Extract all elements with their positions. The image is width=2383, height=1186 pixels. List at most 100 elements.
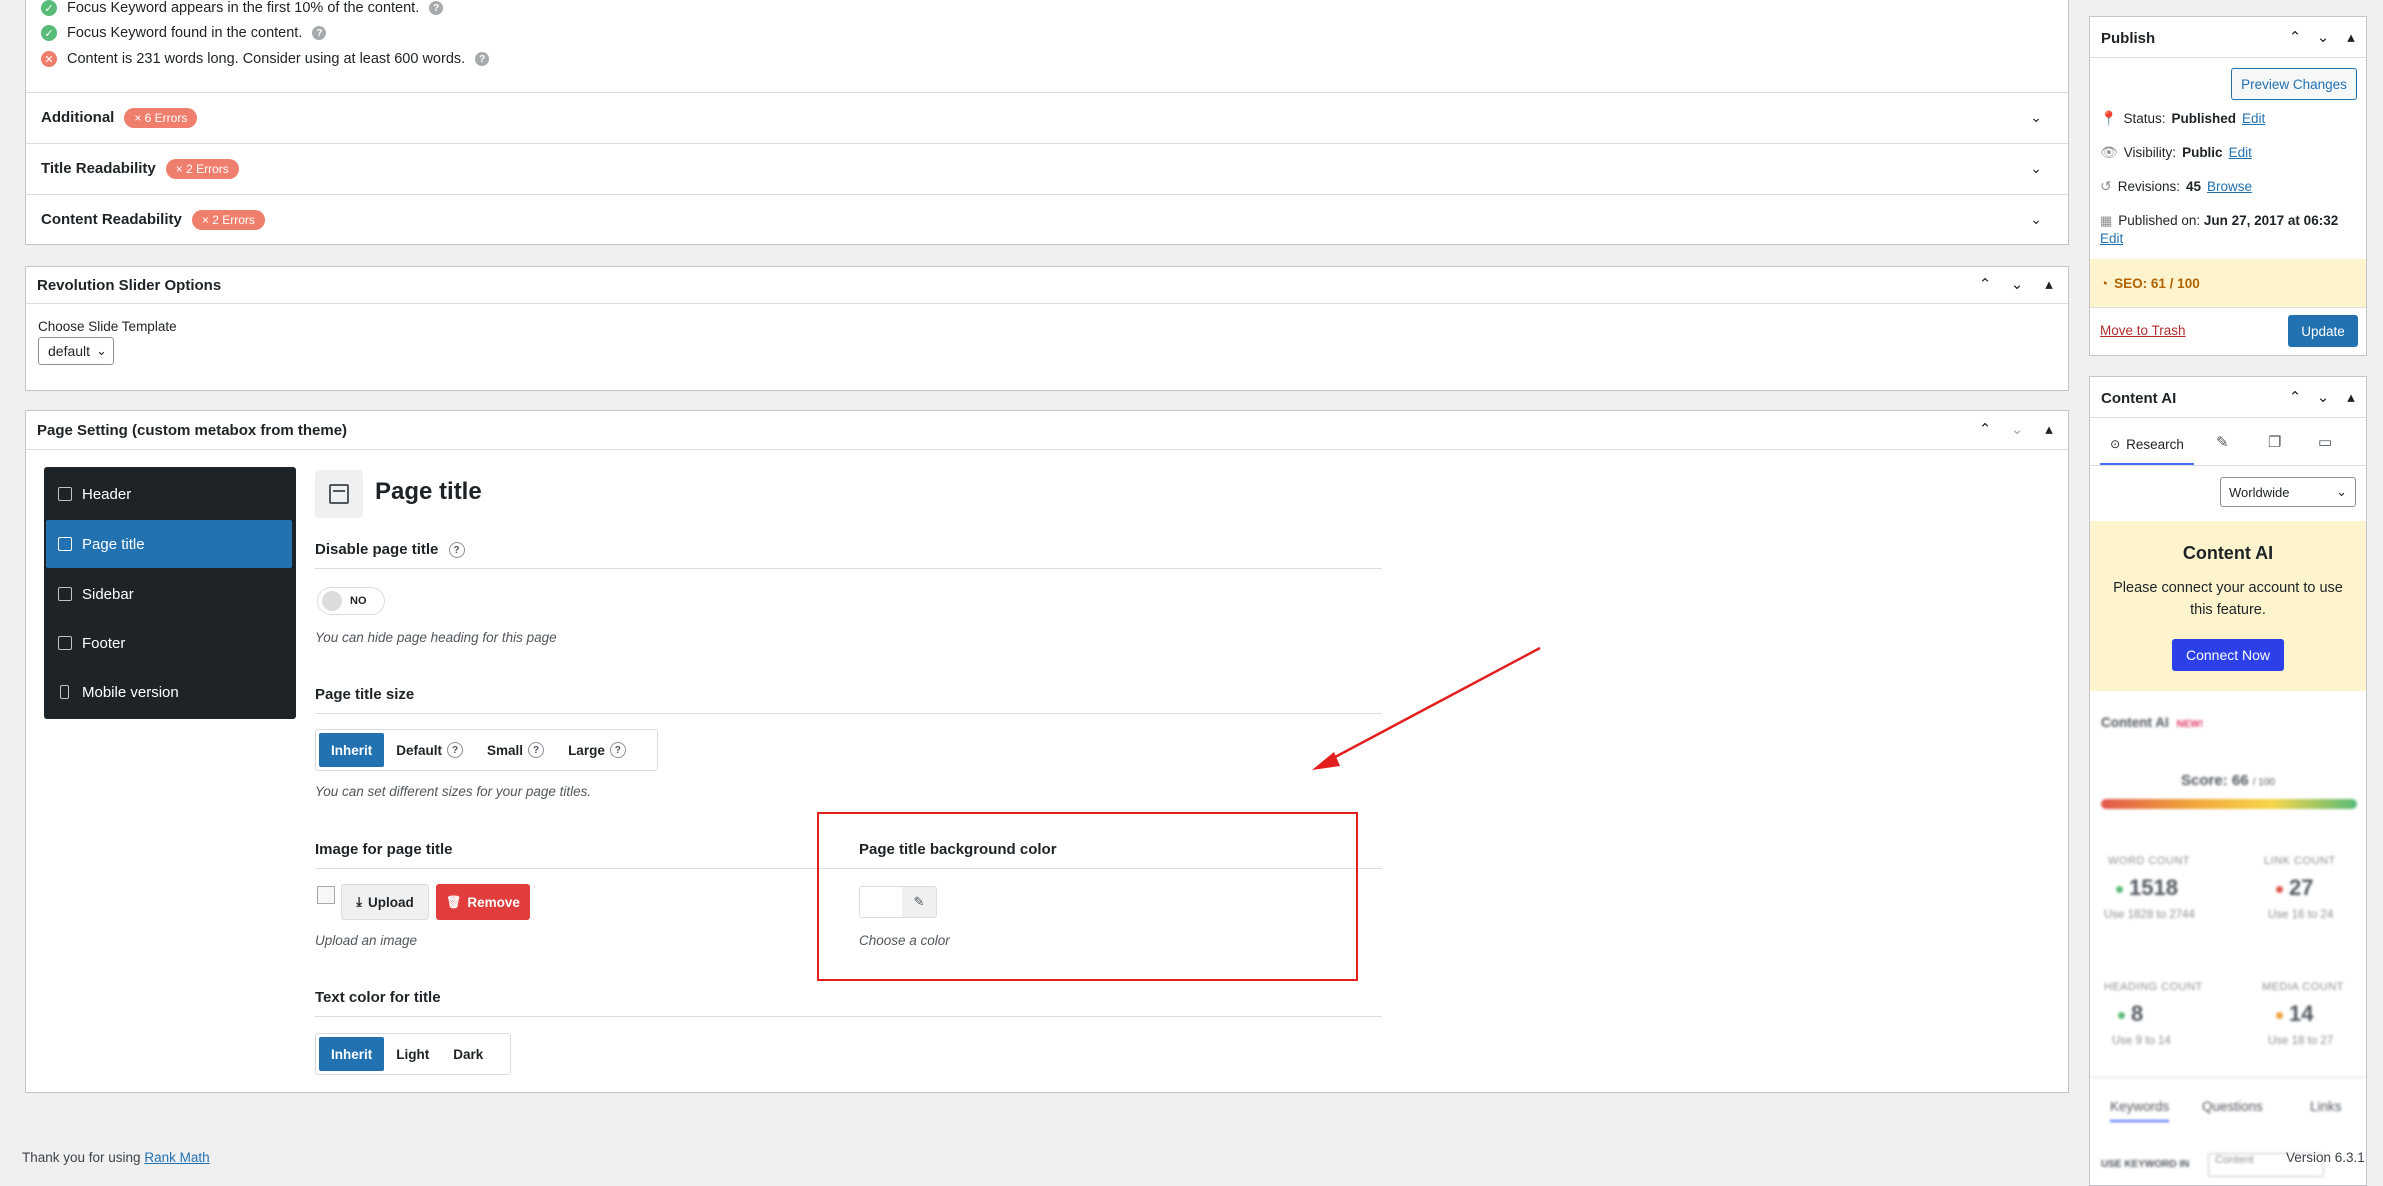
upload-button[interactable]: ⤓ Upload [341,884,429,920]
move-up-icon[interactable]: ⌃ [2286,28,2304,46]
content-ai-brand: Content AI NEW! [2101,715,2203,730]
gauge-icon: ◔ [2100,275,2109,291]
remove-button[interactable]: 🗑 Remove [436,884,530,920]
rank-math-link[interactable]: Rank Math [144,1150,209,1165]
footer-icon [58,636,72,650]
page-title-size-label: Page title size [315,686,415,703]
nav-item-label: Header [82,485,132,503]
connect-heading: Content AI [2182,543,2274,563]
nav-item-sidebar[interactable]: Sidebar [46,570,292,618]
sidebar-icon [58,587,72,601]
new-badge: NEW! [2176,719,2204,730]
check-icon: ✓ [41,25,57,41]
score-label: Score: 66 / 100 [2090,772,2366,789]
section-label: Content Readability [41,211,182,228]
revolution-slider-metabox: Revolution Slider Options ⌃ ⌄ ▴ Choose S… [25,266,2069,391]
remove-button-label: Remove [467,894,520,910]
size-option-default[interactable]: Default? [384,733,475,767]
help-icon[interactable]: ? [448,542,465,559]
content-ai-metabox: Content AI ⌃ ⌄ ▴ ⊙ Research ✎ ❐ ▭ Worldw… [2089,376,2367,1186]
template-label: Choose Slide Template [38,319,177,334]
metric-number: 27 [2289,875,2314,900]
seo-check-text: Focus Keyword found in the content. [67,25,303,41]
size-option-small[interactable]: Small? [475,733,556,767]
bottom-tab-questions[interactable]: Questions [2202,1099,2263,1114]
move-down-icon[interactable]: ⌄ [2008,420,2026,438]
metric-label: MEDIA COUNT [2262,981,2344,993]
disable-page-title-toggle[interactable]: NO [317,587,385,615]
metric-hint: Use 16 to 24 [2268,909,2334,921]
region-select[interactable]: Worldwide ⌄ [2220,477,2356,507]
preview-changes-label: Preview Changes [2241,76,2347,92]
status-label: Status: [2123,111,2166,126]
bottom-tab-links[interactable]: Links [2310,1099,2342,1114]
template-select[interactable]: default ⌄ [38,337,114,365]
metabox-controls: ⌃ ⌄ ▴ [1976,420,2058,438]
collapse-icon[interactable]: ▴ [2040,275,2058,293]
metabox-controls: ⌃ ⌄ ▴ [2286,388,2360,406]
seo-section-content-readability[interactable]: Content Readability × 2 Errors ⌄ [26,194,2068,244]
edit-visibility-link[interactable]: Edit [2229,145,2252,160]
disable-page-title-text: Disable page title [315,541,439,558]
published-on-label: Published on: [2118,213,2201,228]
seo-section-title-readability[interactable]: Title Readability × 2 Errors ⌄ [26,143,2068,193]
highlight-box [817,812,1358,981]
metric-hint: Use 18 to 27 [2268,1035,2334,1047]
toggle-value: NO [350,595,367,607]
text-color-option-light[interactable]: Light [384,1037,441,1071]
publish-metabox: Publish ⌃ ⌄ ▴ Preview Changes 📍 Status: … [2089,16,2367,356]
tab-chat[interactable]: ▭ [2318,433,2332,451]
edit-status-link[interactable]: Edit [2242,111,2265,126]
text-color-option-inherit[interactable]: Inherit [319,1037,385,1071]
seo-section-additional[interactable]: Additional × 6 Errors ⌄ [26,92,2068,142]
move-down-icon[interactable]: ⌄ [2314,28,2332,46]
metric-number: 8 [2131,1001,2144,1026]
move-up-icon[interactable]: ⌃ [1976,420,1994,438]
move-to-trash-link[interactable]: Move to Trash [2100,323,2186,338]
update-button[interactable]: Update [2288,315,2358,347]
size-option-inherit[interactable]: Inherit [319,733,385,767]
metric-hint: Use 9 to 14 [2112,1035,2171,1047]
collapse-icon[interactable]: ▴ [2342,28,2360,46]
browse-revisions-link[interactable]: Browse [2207,179,2252,194]
metric-label: WORD COUNT [2108,855,2190,867]
tab-copy[interactable]: ❐ [2268,433,2281,451]
help-icon[interactable]: ? [429,1,444,15]
help-icon[interactable]: ? [312,26,327,40]
size-option-label: Small [487,742,524,758]
tab-write[interactable]: ✎ [2216,433,2229,451]
published-on-value: Jun 27, 2017 at 06:32 [2203,213,2339,228]
tab-research[interactable]: ⊙ Research [2100,425,2194,465]
bottom-tab-keywords[interactable]: Keywords [2110,1099,2170,1122]
region-select-value: Worldwide [2229,484,2290,500]
preview-changes-button[interactable]: Preview Changes [2231,68,2357,100]
chevron-down-icon: ⌄ [96,343,107,358]
page-title-size-selector: Inherit Default? Small? Large? [315,729,658,771]
collapse-icon[interactable]: ▴ [2040,420,2058,438]
template-select-value: default [48,343,91,359]
seo-check-text: Content is 231 words long. Consider usin… [67,51,466,67]
move-up-icon[interactable]: ⌃ [2286,388,2304,406]
size-option-large[interactable]: Large? [556,733,638,767]
edit-date-link[interactable]: Edit [2100,231,2123,246]
help-icon[interactable]: ? [475,52,490,66]
score-total: / 100 [2252,777,2275,788]
text-color-option-dark[interactable]: Dark [441,1037,495,1071]
metric-label: LINK COUNT [2264,855,2336,867]
footer-thanks: Thank you for using Rank Math [22,1150,210,1165]
nav-item-footer[interactable]: Footer [46,619,292,667]
revisions-row: ↺ Revisions: 45 Browse [2100,178,2252,195]
nav-item-mobile-version[interactable]: Mobile version [46,668,292,716]
connect-now-button[interactable]: Connect Now [2172,639,2284,671]
nav-item-page-title[interactable]: Page title [46,520,292,568]
disable-page-title-help: You can hide page heading for this page [315,630,557,645]
calendar-icon: ▦ [2100,213,2113,228]
published-on-row: ▦ Published on: Jun 27, 2017 at 06:32 Edi… [2100,212,2360,248]
image-help: Upload an image [315,933,418,948]
nav-item-header[interactable]: Header [46,470,292,518]
move-down-icon[interactable]: ⌄ [2314,388,2332,406]
move-up-icon[interactable]: ⌃ [1976,275,1994,293]
move-down-icon[interactable]: ⌄ [2008,275,2026,293]
collapse-icon[interactable]: ▴ [2342,388,2360,406]
toggle-knob [322,591,342,611]
